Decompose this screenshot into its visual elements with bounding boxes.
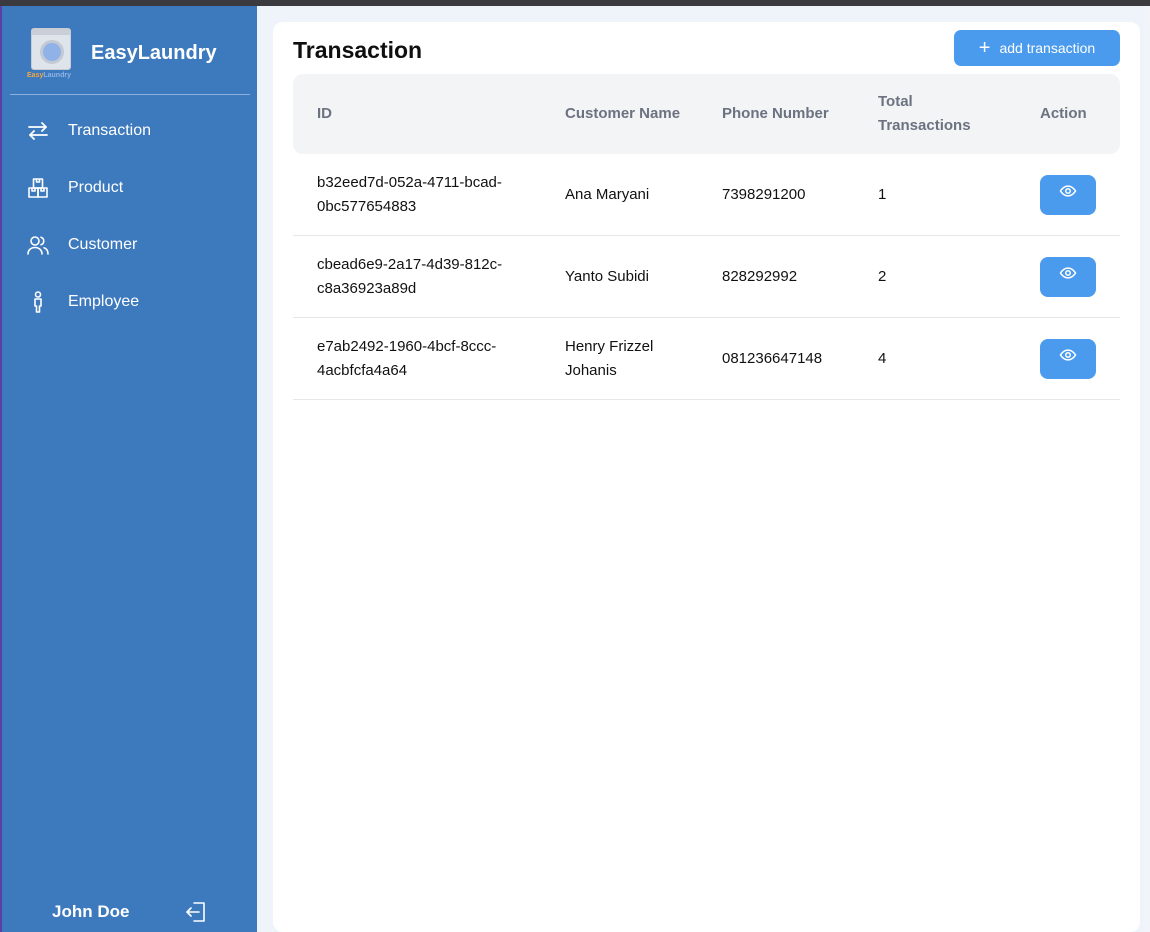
app-name: EasyLaundry (91, 42, 217, 64)
main-card: Transaction + add transaction ID Custome… (273, 22, 1140, 932)
page-title: Transaction (293, 37, 423, 63)
column-header-phone-number: Phone Number (722, 105, 829, 122)
sidebar-nav: Transaction Product Customer Employee (2, 102, 257, 330)
cell-id: e7ab2492-1960-4bcf-8ccc-4acbfcfa4a64 (317, 337, 497, 379)
cell-total-transactions: 1 (878, 185, 887, 203)
cell-action (1040, 236, 1120, 317)
app-logo: EasyLaundry (26, 26, 78, 84)
sidebar-item-customer[interactable]: Customer (2, 216, 257, 273)
eye-icon (1059, 346, 1077, 372)
cell-action (1040, 154, 1120, 235)
transfer-arrows-icon (26, 119, 50, 143)
column-header-action: Action (1040, 105, 1087, 122)
view-button[interactable] (1040, 256, 1096, 297)
cell-id: cbead6e9-2a17-4d39-812c-c8a36923a89d (317, 255, 503, 297)
cell-customer-name: Ana Maryani (565, 185, 650, 203)
cell-phone-number: 7398291200 (722, 185, 806, 203)
column-header-id: ID (317, 105, 332, 122)
plus-icon: + (978, 37, 991, 59)
users-icon (26, 233, 50, 257)
eye-icon (1059, 182, 1077, 208)
add-transaction-label: add transaction (999, 40, 1096, 56)
sidebar-item-product[interactable]: Product (2, 159, 257, 216)
boxes-icon (26, 176, 50, 200)
sidebar-item-label: Customer (68, 235, 138, 253)
add-transaction-button[interactable]: + add transaction (954, 30, 1120, 66)
cell-action (1040, 318, 1120, 399)
sidebar-divider (10, 94, 250, 95)
cell-customer-name: Henry Frizzel Johanis (565, 337, 654, 379)
brand: EasyLaundry EasyLaundry (26, 26, 246, 88)
cell-phone-number: 828292992 (722, 267, 798, 285)
view-button[interactable] (1040, 338, 1096, 379)
table-row: cbead6e9-2a17-4d39-812c-c8a36923a89d Yan… (293, 236, 1120, 318)
sidebar-item-label: Employee (68, 292, 140, 310)
page-edge (1144, 6, 1150, 932)
eye-icon (1059, 264, 1077, 290)
cell-customer-name: Yanto Subidi (565, 267, 649, 285)
cell-phone-number: 081236647148 (722, 349, 823, 367)
person-icon (26, 290, 50, 314)
column-header-customer-name: Customer Name (565, 105, 681, 122)
cell-id: b32eed7d-052a-4711-bcad-0bc577654883 (317, 173, 502, 215)
sidebar-item-label: Transaction (68, 121, 151, 139)
logo-wordmark: EasyLaundry (27, 72, 71, 79)
view-button[interactable] (1040, 174, 1096, 215)
cell-total-transactions: 2 (878, 267, 887, 285)
sidebar-item-transaction[interactable]: Transaction (2, 102, 257, 159)
sidebar-item-employee[interactable]: Employee (2, 273, 257, 330)
table-row: b32eed7d-052a-4711-bcad-0bc577654883 Ana… (293, 154, 1120, 236)
user-footer: John Doe (2, 900, 257, 924)
table-header: ID Customer Name Phone Number Total Tran… (293, 74, 1120, 154)
table-body: b32eed7d-052a-4711-bcad-0bc577654883 Ana… (293, 154, 1120, 400)
table-row: e7ab2492-1960-4bcf-8ccc-4acbfcfa4a64 Hen… (293, 318, 1120, 400)
logout-icon[interactable] (184, 900, 208, 924)
sidebar: EasyLaundry EasyLaundry Transaction Prod… (0, 6, 257, 932)
user-name: John Doe (52, 902, 130, 921)
column-header-total-transactions: Total Transactions (878, 93, 971, 134)
sidebar-item-label: Product (68, 178, 124, 196)
washing-machine-icon (31, 28, 71, 70)
cell-total-transactions: 4 (878, 349, 887, 367)
